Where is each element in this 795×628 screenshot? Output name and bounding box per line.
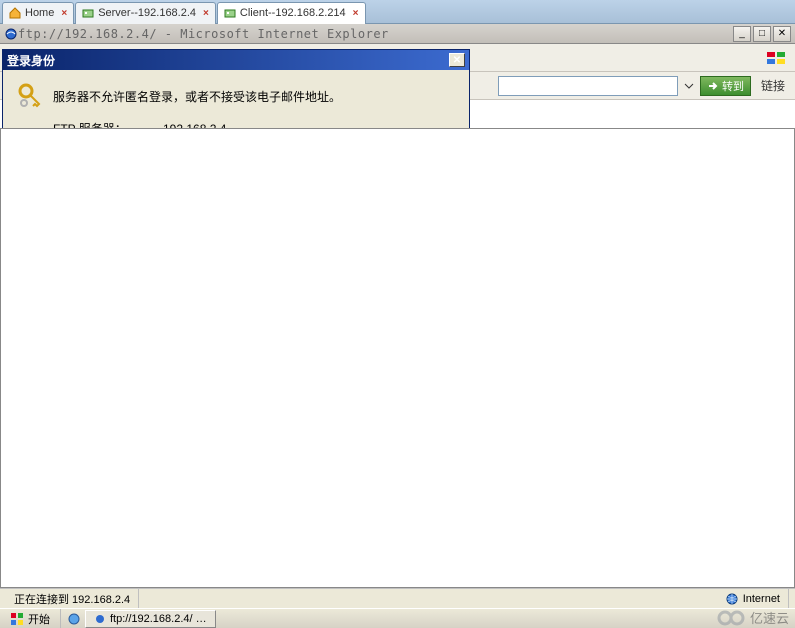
quicklaunch-icon[interactable] — [67, 612, 81, 626]
ie-titlebar: ftp://192.168.2.4/ - Microsoft Internet … — [0, 24, 795, 44]
status-bar: 正在连接到 192.168.2.4 Internet — [0, 588, 795, 608]
tab-close-icon[interactable]: × — [61, 8, 67, 19]
window-title: ftp://192.168.2.4/ - Microsoft Internet … — [18, 27, 731, 41]
dialog-titlebar: 登录身份 ✕ — [3, 50, 469, 70]
tab-close-icon[interactable]: × — [353, 8, 359, 19]
dialog-message: 服务器不允许匿名登录，或者不接受该电子邮件地址。 — [53, 88, 341, 105]
ie-icon — [4, 27, 18, 41]
windows-flag-icon — [10, 612, 24, 626]
close-button[interactable]: ✕ — [773, 26, 791, 42]
dialog-close-button[interactable]: ✕ — [449, 53, 465, 67]
zone-indicator: Internet — [717, 589, 789, 608]
address-dropdown-icon[interactable] — [682, 79, 696, 93]
start-button[interactable]: 开始 — [0, 609, 61, 628]
links-label[interactable]: 链接 — [755, 77, 791, 94]
maximize-button[interactable]: □ — [753, 26, 771, 42]
taskbar-item[interactable]: ftp://192.168.2.4/ … — [85, 610, 216, 628]
tab-label: Server--192.168.2.4 — [98, 7, 196, 19]
ie-icon — [94, 613, 106, 625]
tab-label: Home — [25, 7, 54, 19]
dialog-title: 登录身份 — [7, 52, 449, 69]
tab-home[interactable]: Home × — [2, 2, 74, 24]
tab-server[interactable]: Server--192.168.2.4 × — [75, 2, 216, 24]
minimize-button[interactable]: _ — [733, 26, 751, 42]
browser-tabs: Home × Server--192.168.2.4 × Client--192… — [0, 0, 795, 24]
tab-client[interactable]: Client--192.168.2.214 × — [217, 2, 366, 24]
status-text: 正在连接到 192.168.2.4 — [6, 589, 139, 608]
tab-close-icon[interactable]: × — [203, 8, 209, 19]
globe-icon — [725, 592, 739, 606]
watermark: 亿速云 — [716, 608, 789, 627]
tab-label: Client--192.168.2.214 — [240, 7, 346, 19]
keys-icon — [17, 82, 53, 110]
taskbar: 开始 ftp://192.168.2.4/ … — [0, 608, 795, 628]
go-button[interactable]: 转到 — [700, 76, 751, 96]
ie-content-area — [0, 128, 795, 588]
windows-flag-icon — [763, 48, 791, 68]
address-input[interactable] — [498, 76, 678, 96]
